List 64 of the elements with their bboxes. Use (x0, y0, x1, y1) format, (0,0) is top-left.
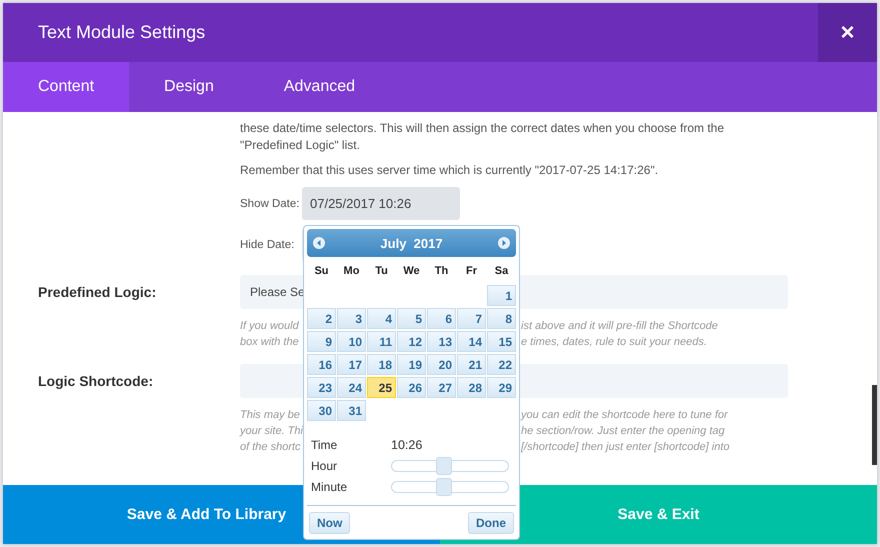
slider-label: Hour (311, 458, 338, 472)
tab[interactable]: Advanced (248, 62, 390, 112)
calendar-day[interactable]: 6 (427, 308, 456, 329)
calendar-day[interactable]: 10 (337, 331, 366, 352)
calendar-day[interactable]: 20 (427, 354, 456, 375)
calendar-day[interactable]: 18 (367, 354, 396, 375)
calendar-day[interactable]: 29 (487, 377, 516, 398)
scrollbar[interactable] (872, 385, 877, 465)
slider-thumb[interactable] (436, 456, 452, 474)
calendar-day[interactable]: 2 (307, 308, 336, 329)
picker-button[interactable]: Done (468, 512, 514, 534)
calendar-day[interactable]: 28 (457, 377, 486, 398)
calendar-day[interactable]: 16 (307, 354, 336, 375)
calendar-day[interactable]: 30 (307, 400, 336, 421)
help-text: ist above and it will pre-fill the Shortcode (521, 319, 718, 334)
help-text: your site. Thi (240, 424, 303, 439)
tab[interactable]: Content (3, 62, 130, 112)
calendar-day[interactable]: 8 (487, 308, 516, 329)
calendar-day[interactable]: 3 (337, 308, 366, 329)
month-title: July 2017 (380, 236, 443, 250)
help-text: [/shortcode] then just enter [shortcode] into (521, 440, 730, 455)
field-label: Show Date: (240, 198, 298, 210)
time-value: 10:26 (391, 438, 422, 452)
picker-button[interactable]: Now (309, 512, 350, 534)
tab[interactable]: Design (129, 62, 249, 112)
calendar-day[interactable]: 26 (397, 377, 426, 398)
calendar-day[interactable]: 23 (307, 377, 336, 398)
calendar-day[interactable]: 13 (427, 331, 456, 352)
calendar-day[interactable]: 22 (487, 354, 516, 375)
calendar-day[interactable]: 14 (457, 331, 486, 352)
help-text: This may be (240, 408, 301, 423)
calendar-day[interactable]: 15 (487, 331, 516, 352)
calendar-day[interactable]: 17 (337, 354, 366, 375)
help-text: of the shortc (240, 440, 302, 455)
calendar-day[interactable]: 11 (367, 331, 396, 352)
next-icon[interactable] (498, 237, 510, 249)
calendar-day[interactable]: 12 (397, 331, 426, 352)
calendar-day[interactable]: 5 (397, 308, 426, 329)
calendar-day[interactable]: 24 (337, 377, 366, 398)
help-text: you can edit the shortcode here to tune for (521, 408, 728, 423)
slider-thumb[interactable] (436, 478, 452, 496)
date-field[interactable]: 07/25/2017 10:26 (302, 187, 460, 220)
help-text: If you would (240, 319, 300, 334)
calendar-day[interactable]: 31 (337, 400, 366, 421)
calendar-day[interactable]: 9 (307, 331, 336, 352)
field-label: Predefined Logic: (38, 283, 158, 300)
help-text: box with the (240, 335, 300, 350)
calendar-day[interactable]: 27 (427, 377, 456, 398)
calendar-day[interactable]: 1 (487, 285, 516, 306)
field-label: Logic Shortcode: (38, 372, 154, 389)
description-text: these date/time selectors. This will then assign the correct dates when you choose from the "Predefined Logic" list. (240, 120, 726, 154)
time-label: Time (311, 438, 338, 452)
calendar-day[interactable]: 21 (457, 354, 486, 375)
description-text: Remember that this uses server time which is currently "2017-07-25 14:17:26". (240, 162, 660, 179)
calendar-day[interactable]: 19 (397, 354, 426, 375)
calendar-day[interactable]: 25 (367, 377, 396, 398)
close-button[interactable]: × (818, 3, 877, 62)
window-title: Text Module Settings (38, 22, 206, 43)
help-text: e times, dates, rule to suit your needs. (521, 335, 707, 350)
calendar-day[interactable]: 7 (457, 308, 486, 329)
field-label: Hide Date: (240, 238, 296, 250)
previous-icon[interactable] (313, 237, 325, 249)
calendar-day[interactable]: 4 (367, 308, 396, 329)
help-text: he section/row. Just enter the opening tag (521, 424, 725, 439)
